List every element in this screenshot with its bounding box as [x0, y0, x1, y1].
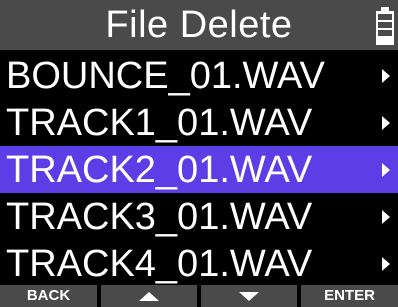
- list-item-track1-01[interactable]: TRACK1_01.WAV: [0, 99, 398, 147]
- list-item-label: BOUNCE_01.WAV: [6, 55, 325, 97]
- battery-icon: [376, 7, 394, 45]
- list-item-bounce-01[interactable]: BOUNCE_01.WAV: [0, 52, 398, 100]
- up-arrow-icon: [139, 292, 159, 301]
- list-item-track2-01[interactable]: TRACK2_01.WAV: [0, 146, 398, 194]
- page-title: File Delete: [105, 4, 293, 46]
- chevron-right-icon: [382, 257, 390, 271]
- list-item-track4-01[interactable]: TRACK4_01.WAV: [0, 240, 398, 288]
- list-item-label: TRACK4_01.WAV: [6, 243, 313, 285]
- chevron-right-icon: [382, 163, 390, 177]
- chevron-right-icon: [382, 116, 390, 130]
- list-item-track3-01[interactable]: TRACK3_01.WAV: [0, 193, 398, 241]
- list-item-label: TRACK2_01.WAV: [6, 149, 313, 191]
- enter-button[interactable]: ENTER: [301, 285, 398, 307]
- header-bar: File Delete: [0, 0, 398, 50]
- up-button[interactable]: [101, 285, 197, 307]
- file-delete-screen: File Delete BOUNCE_01.WAV TRACK1_01.WAV …: [0, 0, 398, 307]
- down-arrow-icon: [239, 292, 259, 301]
- list-item-label: TRACK1_01.WAV: [6, 102, 313, 144]
- chevron-right-icon: [382, 69, 390, 83]
- footer-bar: BACK ENTER: [0, 285, 398, 307]
- list-item-label: TRACK3_01.WAV: [6, 196, 313, 238]
- back-button[interactable]: BACK: [0, 285, 97, 307]
- chevron-right-icon: [382, 210, 390, 224]
- down-button[interactable]: [201, 285, 297, 307]
